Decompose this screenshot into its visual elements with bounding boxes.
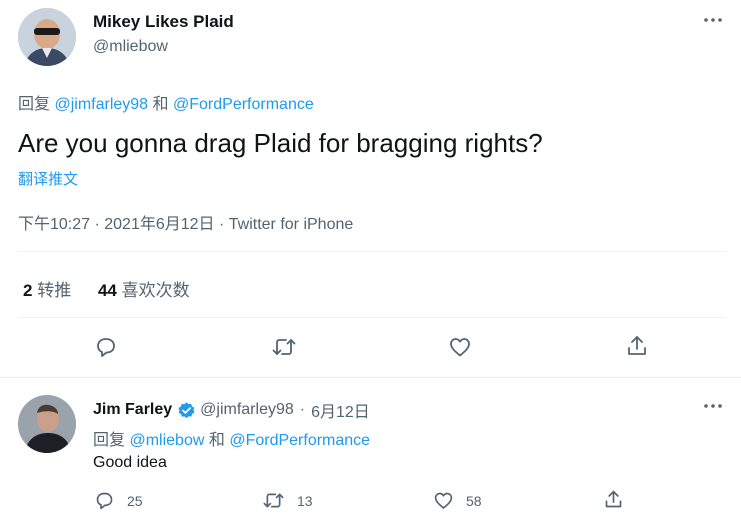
reply-prefix: 回复 bbox=[93, 432, 126, 449]
heart-icon bbox=[434, 492, 453, 509]
reply-author-name[interactable]: Jim Farley bbox=[93, 401, 172, 419]
retweets-count: 2 bbox=[23, 281, 33, 300]
avatar-mikey[interactable] bbox=[18, 8, 76, 66]
more-icon[interactable] bbox=[703, 10, 723, 35]
author-name[interactable]: Mikey Likes Plaid bbox=[93, 12, 234, 32]
reply-count: 25 bbox=[127, 492, 143, 509]
likes-label: 喜欢次数 bbox=[121, 281, 190, 300]
retweet-count: 13 bbox=[297, 492, 313, 509]
retweet-button[interactable] bbox=[271, 335, 297, 359]
tweet-text: Are you gonna drag Plaid for bragging ri… bbox=[18, 128, 543, 158]
author-handle[interactable]: @mliebow bbox=[93, 38, 168, 56]
reply-icon bbox=[96, 492, 113, 510]
divider bbox=[0, 377, 741, 378]
avatar-jim[interactable] bbox=[18, 395, 76, 453]
retweet-button[interactable]: 13 bbox=[262, 490, 313, 511]
share-icon bbox=[605, 490, 622, 508]
share-button[interactable] bbox=[625, 334, 649, 358]
reply-context: 回复 @jimfarley98 和 @FordPerformance bbox=[18, 90, 314, 114]
engagement-stats: 2 转推 44 喜欢次数 bbox=[23, 276, 190, 301]
reply-icon bbox=[97, 338, 115, 357]
reply-button[interactable] bbox=[94, 335, 118, 359]
mention-fordperformance[interactable]: @FordPerformance bbox=[229, 432, 370, 449]
mention-jimfarley[interactable]: @jimfarley98 bbox=[54, 96, 148, 113]
reply-prefix: 回复 bbox=[18, 96, 51, 113]
mention-fordperformance[interactable]: @FordPerformance bbox=[173, 96, 314, 113]
retweets-stat[interactable]: 2 转推 bbox=[23, 281, 76, 300]
share-button[interactable] bbox=[603, 489, 624, 510]
reply-text: Good idea bbox=[93, 454, 167, 471]
more-icon[interactable] bbox=[703, 396, 723, 421]
retweet-icon bbox=[272, 339, 296, 355]
mention-mliebow[interactable]: @mliebow bbox=[129, 432, 204, 449]
divider bbox=[18, 251, 726, 252]
timestamp[interactable]: 下午10:27 · 2021年6月12日 · Twitter for iPhon… bbox=[18, 210, 353, 234]
verified-badge-icon bbox=[177, 401, 196, 420]
reply-header: Jim Farley @jimfarley98 · 6月12日 bbox=[93, 398, 370, 422]
reply-author-handle[interactable]: @jimfarley98 bbox=[200, 401, 294, 419]
retweets-label: 转推 bbox=[37, 281, 72, 300]
reply-and: 和 bbox=[152, 96, 169, 113]
likes-count: 44 bbox=[97, 281, 117, 300]
share-icon bbox=[628, 336, 646, 355]
retweet-icon bbox=[263, 493, 284, 508]
reply-button[interactable]: 25 bbox=[94, 490, 143, 511]
divider bbox=[18, 317, 726, 318]
translate-link[interactable]: 翻译推文 bbox=[18, 168, 78, 189]
like-button[interactable]: 58 bbox=[433, 490, 482, 511]
date-separator: · bbox=[299, 401, 306, 418]
reply-and: 和 bbox=[208, 432, 225, 449]
reply-context: 回复 @mliebow 和 @FordPerformance bbox=[93, 426, 370, 450]
likes-stat[interactable]: 44 喜欢次数 bbox=[98, 281, 190, 300]
heart-icon bbox=[450, 338, 470, 357]
like-button[interactable] bbox=[448, 335, 472, 359]
like-count: 58 bbox=[466, 492, 482, 509]
reply-date[interactable]: 6月12日 bbox=[311, 398, 370, 422]
